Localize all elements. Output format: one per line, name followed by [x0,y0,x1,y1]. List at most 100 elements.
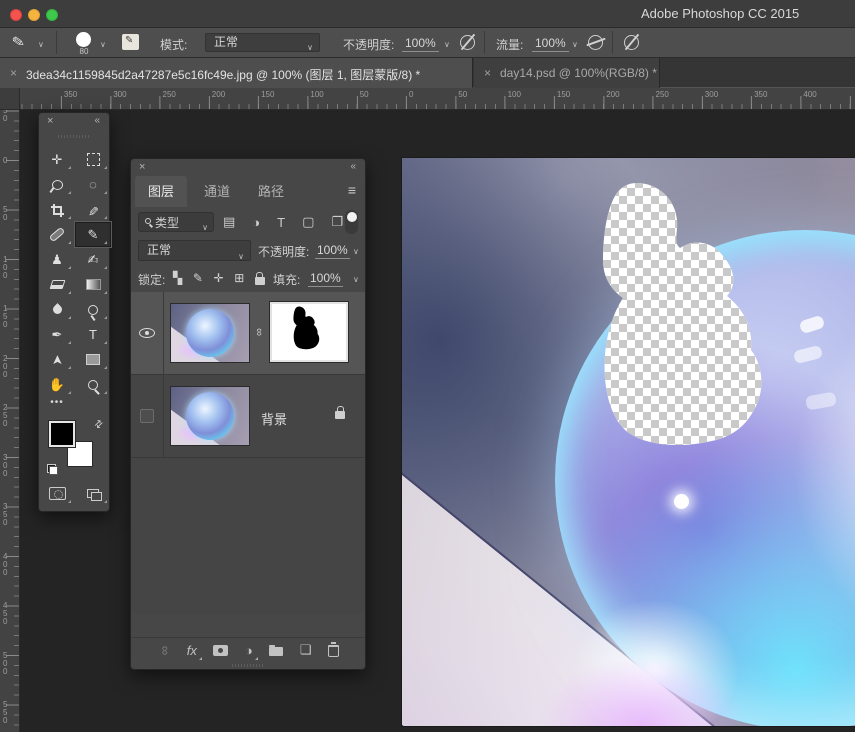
opacity-value[interactable]: 100% [402,36,439,52]
fill-value[interactable]: 100% [308,271,343,287]
eyedropper-tool[interactable]: ✐ [75,197,111,222]
panel-collapse-icon[interactable]: « [94,115,101,126]
layer-opacity-value[interactable]: 100% [315,243,350,259]
tab-close-icon[interactable]: × [10,66,17,80]
ruler-origin-box[interactable] [0,88,20,110]
flow-chevron-icon[interactable]: ∨ [572,40,578,49]
lock-pixels-icon[interactable]: ✎ [193,271,203,285]
panel-menu-icon[interactable]: ≡ [348,182,356,198]
tab-paths[interactable]: 路径 [245,176,297,207]
type-tool[interactable]: T [75,322,111,347]
airbrush-icon[interactable] [588,35,603,50]
layers-panel-header[interactable]: × « [131,159,365,176]
tab-channels[interactable]: 通道 [191,176,243,207]
ruler-label: 0 [3,157,11,165]
window-zoom-button[interactable] [46,9,58,21]
canvas-image[interactable] [402,158,855,726]
layer-blend-mode-select[interactable]: 正常 ∨ [138,240,251,261]
window-close-button[interactable] [10,9,22,21]
history-brush-tool[interactable]: ✍ [75,247,111,272]
window-minimize-button[interactable] [28,9,40,21]
crop-tool[interactable] [39,197,75,222]
spot-healing-tool[interactable] [39,222,75,247]
adjustment-layer-filter-icon[interactable]: ◑ [252,215,260,230]
mask-blob-shape [292,306,320,350]
horizontal-ruler[interactable]: 3503002502001501005005010015020025030035… [20,88,855,110]
document-tab-inactive[interactable]: × day14.psd @ 100%(RGB/8) * [474,58,660,88]
toggle-visibility-cell[interactable] [131,375,164,457]
shape-tool[interactable] [75,347,111,372]
layer-thumbnail[interactable] [170,386,250,446]
vertical-ruler[interactable]: 50050100150200250300350400450500550 [0,110,20,732]
pressure-size-icon[interactable] [624,35,639,50]
screen-mode-button[interactable] [75,481,111,506]
pen-tool[interactable]: ✒ [39,322,75,347]
panel-grip[interactable] [58,135,90,138]
panel-close-icon[interactable]: × [47,115,53,127]
brush-preset-chevron-icon[interactable]: ∨ [100,40,106,49]
delete-layer-icon[interactable] [328,645,339,657]
brush-tool-icon[interactable]: ✎ [11,32,27,52]
layer-thumbnail[interactable] [170,303,250,363]
smart-object-filter-icon[interactable]: ❐ [331,214,343,230]
toggle-visibility-cell[interactable] [131,292,164,374]
opacity-chevron-icon[interactable]: ∨ [444,40,450,49]
foreground-color-swatch[interactable] [49,421,75,447]
layer-style-icon[interactable]: fx [187,643,197,658]
pressure-opacity-icon[interactable] [460,35,475,50]
filter-type-select[interactable]: 类型 ∨ [138,212,214,232]
flow-value[interactable]: 100% [532,36,569,52]
clone-stamp-tool[interactable]: ♟ [39,247,75,272]
dodge-tool[interactable] [75,297,111,322]
blur-tool[interactable] [39,297,75,322]
type-layer-filter-icon[interactable]: T [277,215,285,230]
gradient-tool[interactable] [75,272,111,297]
default-colors-icon[interactable] [47,464,58,475]
panel-close-icon[interactable]: × [139,161,145,173]
lock-artboard-icon[interactable]: ⊞ [234,271,244,285]
layer-row[interactable]: ∞ [131,292,365,375]
layer-name[interactable]: 背景 [261,409,287,428]
toolbox-header[interactable]: × « [39,113,109,130]
zoom-tool[interactable] [75,372,111,397]
lock-transparency-icon[interactable]: ▚ [173,271,182,285]
link-layers-icon[interactable]: ∞ [158,645,173,654]
marquee-tool[interactable] [75,147,111,172]
lock-all-icon[interactable] [255,277,265,285]
shape-layer-filter-icon[interactable]: ▢ [302,214,314,230]
panel-resize-grip[interactable] [232,664,264,667]
quick-mask-button[interactable] [39,481,75,506]
layer-mask-link-icon[interactable]: ∞ [253,328,265,336]
brush-tool[interactable]: ✎ [75,222,111,247]
tab-layers[interactable]: 图层 [135,176,187,207]
toggle-brush-panel-button[interactable] [122,34,139,50]
tool-preset-chevron-icon[interactable]: ∨ [38,40,44,49]
new-adjustment-layer-icon[interactable]: ◑ [245,643,253,658]
layer-mask-thumbnail[interactable] [270,302,348,362]
pixel-layer-filter-icon[interactable]: ▤ [223,214,235,230]
tab-label: day14.psd @ 100%(RGB/8) * [500,66,657,80]
eye-icon[interactable] [139,328,155,338]
document-tab-active[interactable]: × 3dea34c1159845d2a47287e5c16fc49e.jpg @… [0,58,473,88]
new-layer-icon[interactable]: ❏ [300,642,312,658]
hand-tool[interactable]: ✋ [39,372,75,397]
eraser-tool[interactable] [39,272,75,297]
panel-collapse-icon[interactable]: « [350,161,357,172]
swap-colors-icon[interactable]: ⇄ [92,418,106,432]
move-tool[interactable]: ✛ [39,147,75,172]
chevron-down-icon[interactable]: ∨ [353,247,359,256]
filter-toggle-switch[interactable] [345,210,358,234]
lock-position-icon[interactable]: ✛ [214,271,224,285]
hidden-eye-checkbox[interactable] [140,409,154,423]
quick-selection-tool[interactable]: ◌ [75,172,111,197]
edit-toolbar-button[interactable]: ••• [39,397,75,408]
blend-mode-select[interactable]: 正常 ∨ [205,33,320,52]
add-layer-mask-icon[interactable] [213,645,228,656]
new-group-icon[interactable] [269,647,283,656]
brush-preset-picker[interactable] [76,32,91,47]
lasso-tool[interactable] [39,172,75,197]
layer-row[interactable]: 背景 [131,375,365,458]
path-selection-tool[interactable]: ➤ [39,347,75,372]
chevron-down-icon[interactable]: ∨ [353,275,359,284]
tab-close-icon[interactable]: × [484,66,491,80]
